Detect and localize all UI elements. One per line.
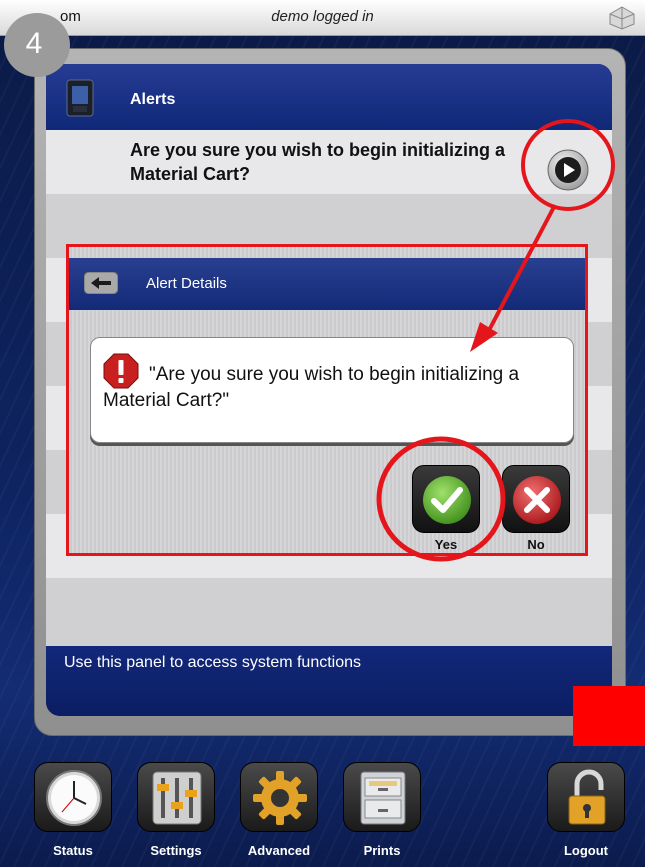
- prints-button[interactable]: [343, 762, 421, 832]
- annotation-circle-yes: [376, 436, 506, 562]
- sliders-icon: [152, 771, 202, 825]
- settings-label: Settings: [150, 843, 202, 858]
- file-cabinet-icon: [360, 771, 406, 825]
- gear-icon: [253, 771, 307, 825]
- annotation-circle-play: [521, 119, 615, 211]
- advanced-label: Advanced: [247, 843, 311, 858]
- settings-button[interactable]: [137, 762, 215, 832]
- annotation-arrowhead: [470, 322, 498, 352]
- logout-label: Logout: [563, 843, 609, 858]
- annotation-red-marker: [573, 686, 645, 746]
- advanced-button[interactable]: [240, 762, 318, 832]
- logout-button[interactable]: [547, 762, 625, 832]
- status-label: Status: [53, 843, 93, 858]
- status-button[interactable]: [34, 762, 112, 832]
- padlock-icon: [568, 769, 606, 825]
- annotation-arrow: [484, 204, 557, 337]
- clock-icon: [46, 770, 102, 826]
- prints-label: Prints: [363, 843, 401, 858]
- step-number-badge: 4: [4, 13, 70, 77]
- annotation-overlay: [376, 119, 615, 562]
